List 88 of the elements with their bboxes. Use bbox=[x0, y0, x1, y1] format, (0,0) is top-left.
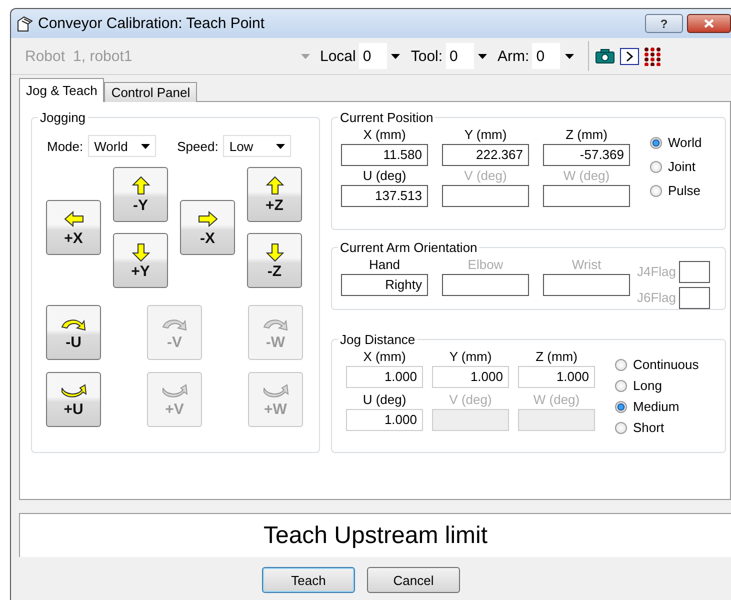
curved-arrow-icon bbox=[60, 382, 88, 400]
cancel-button[interactable]: Cancel bbox=[367, 567, 460, 593]
jog-button[interactable]: -Z bbox=[247, 233, 302, 288]
dropdown-label: Speed: bbox=[177, 138, 218, 154]
group-title: Current Position bbox=[339, 110, 434, 125]
text-field[interactable] bbox=[543, 274, 630, 296]
up-arrow-icon bbox=[130, 176, 150, 196]
text-field[interactable] bbox=[442, 185, 529, 207]
tab[interactable]: Control Panel bbox=[104, 82, 198, 102]
radio-button[interactable]: Continuous bbox=[615, 357, 699, 372]
caret-icon bbox=[478, 54, 488, 58]
dot-grid-icon bbox=[644, 46, 662, 66]
message-text: Teach Upstream limit bbox=[263, 522, 488, 550]
caret-icon bbox=[391, 54, 400, 58]
jog-button[interactable]: +U bbox=[46, 372, 101, 427]
text-field[interactable] bbox=[442, 274, 529, 296]
text-field[interactable] bbox=[543, 185, 630, 207]
dropdown[interactable]: 0 bbox=[446, 43, 492, 69]
caret-icon bbox=[301, 54, 310, 58]
text-field[interactable]: 1.000 bbox=[518, 366, 595, 388]
jog-button[interactable]: +Z bbox=[247, 167, 302, 222]
dropdown[interactable]: World bbox=[88, 135, 156, 157]
text-field[interactable]: 1.000 bbox=[432, 366, 509, 388]
field-label: U (deg) bbox=[362, 392, 406, 407]
right-arrow-icon bbox=[198, 208, 218, 228]
field-label: J6Flag bbox=[637, 290, 676, 304]
left-arrow-icon bbox=[64, 208, 84, 228]
close-button[interactable] bbox=[687, 14, 731, 33]
text-field[interactable] bbox=[679, 261, 710, 283]
combo-label: Local bbox=[320, 48, 356, 64]
close-icon bbox=[704, 19, 714, 28]
dropdown[interactable]: 0 bbox=[358, 43, 405, 69]
teach-button[interactable]: Teach bbox=[262, 567, 355, 593]
down-arrow-icon bbox=[264, 242, 284, 262]
window-title: Conveyor Calibration: Teach Point bbox=[38, 15, 266, 32]
camera-icon bbox=[595, 48, 616, 64]
jog-button[interactable]: +Y bbox=[113, 233, 168, 288]
dropdown[interactable]: Low bbox=[223, 135, 292, 157]
field-label: X (mm) bbox=[363, 349, 406, 364]
up-arrow-icon bbox=[264, 176, 284, 196]
jog-button[interactable]: -Y bbox=[113, 167, 168, 222]
field-label: W (deg) bbox=[563, 168, 610, 183]
text-field[interactable]: 137.513 bbox=[341, 185, 428, 207]
text-field[interactable]: 1.000 bbox=[346, 366, 423, 388]
curved-arrow-icon bbox=[160, 382, 188, 400]
radio-button[interactable]: Medium bbox=[615, 399, 699, 414]
text-field[interactable] bbox=[679, 287, 710, 309]
radio-button[interactable]: World bbox=[650, 135, 702, 150]
field-label: Wrist bbox=[572, 257, 602, 272]
field-label: Y (mm) bbox=[449, 349, 492, 364]
field-label: Hand bbox=[368, 257, 400, 272]
dropdown[interactable]: 0 bbox=[532, 43, 578, 69]
field-label: U (deg) bbox=[362, 168, 406, 183]
group-title: Jogging bbox=[39, 110, 87, 125]
caret-icon bbox=[564, 54, 574, 58]
radio-button[interactable]: Long bbox=[615, 378, 699, 393]
text-field[interactable]: 1.000 bbox=[346, 409, 423, 431]
prompt-icon bbox=[620, 48, 640, 64]
curved-arrow-icon bbox=[262, 382, 290, 400]
caret-icon bbox=[276, 144, 286, 148]
jog-button[interactable]: -X bbox=[180, 200, 235, 255]
down-arrow-icon bbox=[130, 242, 150, 262]
field-label: Z (mm) bbox=[566, 127, 608, 142]
help-button[interactable]: ? bbox=[645, 14, 683, 33]
radio-button[interactable]: Pulse bbox=[650, 183, 702, 198]
dropdown-label: Mode: bbox=[47, 138, 84, 154]
group-title: Current Arm Orientation bbox=[339, 240, 478, 255]
field-label: V (deg) bbox=[449, 392, 492, 407]
field-label: J4Flag bbox=[637, 264, 676, 278]
text-field[interactable]: Righty bbox=[341, 274, 428, 296]
group-title: Jog Distance bbox=[339, 332, 416, 347]
field-label: Y (mm) bbox=[464, 127, 507, 142]
combo-label: Tool: bbox=[410, 48, 443, 64]
radio-button[interactable]: Joint bbox=[650, 159, 702, 174]
text-field[interactable]: 11.580 bbox=[341, 144, 428, 166]
jog-button[interactable]: +X bbox=[46, 200, 101, 255]
field-label: X (mm) bbox=[363, 127, 406, 142]
jog-button[interactable]: -U bbox=[46, 305, 101, 360]
field-label: Elbow bbox=[468, 257, 504, 272]
field-label: W (deg) bbox=[533, 392, 580, 407]
text-field[interactable]: 222.367 bbox=[442, 144, 529, 166]
radio-button[interactable]: Short bbox=[615, 420, 699, 435]
field-label: Z (mm) bbox=[536, 349, 578, 364]
tab[interactable]: Jog & Teach bbox=[19, 78, 104, 102]
text-field[interactable]: -57.369 bbox=[543, 144, 630, 166]
caret-icon bbox=[141, 144, 150, 148]
combo-label: Arm: bbox=[498, 48, 530, 64]
field-label: V (deg) bbox=[464, 168, 507, 183]
